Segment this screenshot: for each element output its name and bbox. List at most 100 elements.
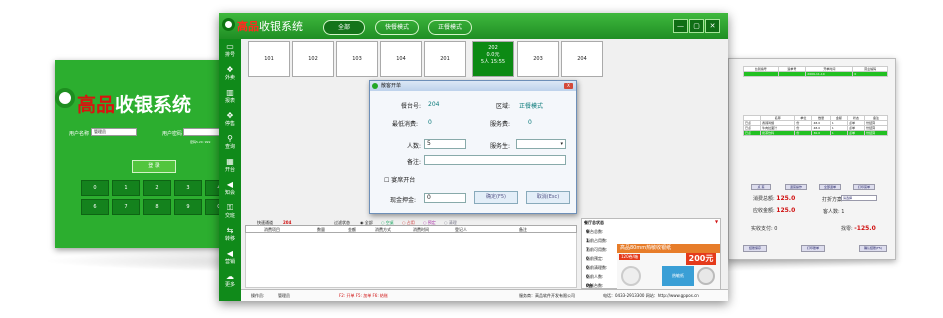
login-button[interactable]: 登 录 [132, 160, 176, 173]
cloud-icon: ☁ [226, 272, 234, 281]
deposit-label: 现金押金: [390, 197, 417, 204]
keypad-key[interactable]: 6 [81, 199, 109, 215]
mode-fastfood-tab[interactable]: 快餐模式 [375, 20, 419, 35]
table-no-value: 204 [428, 101, 440, 108]
order-dish-button[interactable]: 点 菜 [751, 184, 771, 190]
area-label: 区域: [496, 103, 511, 110]
table-tile-occupied[interactable]: 202 0.0元 5人 15:55 [472, 41, 514, 77]
settings-icon: ✥ [226, 111, 234, 120]
sidebar-item-label: 排号 [224, 52, 235, 58]
deposit-input[interactable]: 0 [424, 193, 466, 203]
sidebar-item-report[interactable]: ▥ 报表 [219, 88, 241, 110]
cancel-all-button[interactable]: 全部退单 [819, 184, 841, 190]
sidebar-item-label: 查询 [224, 144, 235, 150]
sidebar-item-label: 更多 [224, 282, 235, 288]
cancel-button[interactable]: 取消(Esc) [526, 191, 570, 204]
table-tile[interactable]: 103 [336, 41, 378, 77]
search-icon: ⚲ [227, 134, 233, 143]
table-tile[interactable]: 101 [248, 41, 290, 77]
status-item: 当前预定: 0 [586, 256, 604, 261]
sidebar-item-marketing[interactable]: ◀ 营销 [219, 249, 241, 271]
order-summary-table: 台别编号 造单号 开单时间 营业编码 2009-11-10 0 [743, 66, 888, 77]
takeout-icon: ❖ [226, 65, 234, 74]
keypad-key[interactable]: 0 [81, 180, 109, 196]
sidebar-item-transfer[interactable]: ⇆ 转移 [219, 226, 241, 248]
keypad-key[interactable]: 2 [143, 180, 171, 196]
ad-banner[interactable]: 高品80mm热敏收银纸 120卷/箱 200元 热敏纸 [617, 244, 720, 289]
service-fee-value: 0 [528, 119, 532, 126]
change-amount: 找零: -125.0 [841, 225, 876, 232]
sidebar-item-stop-sale[interactable]: ✥ 停售 [219, 111, 241, 133]
discount-plan-select[interactable]: 请选择 [841, 195, 877, 201]
save-checkout-button[interactable]: 结账保存 [743, 245, 767, 252]
status-item: 当前清理数: 0 [586, 265, 608, 270]
table-tile[interactable]: 102 [292, 41, 334, 77]
sidebar-item-notify[interactable]: ◀ 知会 [219, 180, 241, 202]
maximize-icon[interactable]: ▢ [689, 19, 704, 33]
close-icon[interactable]: X [564, 83, 573, 89]
consumption-grid[interactable] [245, 233, 577, 288]
keypad-key[interactable]: 3 [174, 180, 202, 196]
remark-input[interactable] [424, 155, 566, 165]
close-icon[interactable]: ✕ [705, 19, 720, 33]
brand-logo-icon [222, 18, 235, 31]
table-row[interactable]: 已点 香辣鸡翅份 48.0 1 点单 份结算 [742, 120, 888, 126]
password-hint: 密码5.20: 999 [190, 140, 211, 144]
mode-dinein-tab[interactable]: 正餐模式 [428, 20, 472, 35]
keypad-key[interactable]: 1 [112, 180, 140, 196]
chevron-down-icon: ▾ [560, 141, 563, 147]
sidebar-item-search[interactable]: ⚲ 查询 [219, 134, 241, 156]
app-title: 高品收银系统 [237, 20, 303, 33]
status-item: 当前人数: 0 [586, 274, 604, 279]
waiter-select[interactable]: ▾ [516, 139, 566, 149]
status-bar: 操作员: 管理员 F2: 开单 F5: 加单 F6: 结账 服务商：高品软件开发… [241, 289, 728, 301]
title-bar: 高品收银系统 全部 快餐模式 正餐模式 — ▢ ✕ [219, 13, 728, 39]
sidebar-item-more[interactable]: ☁ 更多 [219, 272, 241, 294]
table-tile-name: 202 [488, 45, 498, 51]
table-tile[interactable]: 104 [380, 41, 422, 77]
people-input[interactable]: 5 [424, 139, 466, 149]
sidebar-item-label: 报表 [224, 98, 235, 104]
username-select[interactable]: 管理员 [91, 128, 137, 136]
minimize-icon[interactable]: — [673, 19, 688, 33]
ad-price: 200元 [686, 253, 716, 265]
confirm-button[interactable]: 确定(F5) [474, 191, 518, 204]
keypad-key[interactable]: 9 [174, 199, 202, 215]
dialog-title-bar: 散客开单 X [370, 81, 576, 91]
print-menu-button[interactable]: 打印菜单 [853, 184, 875, 190]
table-tile[interactable]: 204 [561, 41, 603, 77]
sidebar-item-label: 交班 [224, 213, 235, 219]
table-tile[interactable]: 201 [424, 41, 466, 77]
return-dish-button[interactable]: 退菜操作 [785, 184, 807, 190]
paid-amount[interactable]: 实收支付: 0 [751, 225, 777, 232]
swap-icon: ⇆ [226, 226, 234, 235]
keypad-key[interactable]: 7 [112, 199, 140, 215]
area-value: 正餐模式 [519, 103, 544, 110]
sidebar-item-takeout[interactable]: ❖ 外卖 [219, 65, 241, 87]
ad-title: 高品80mm热敏收银纸 [617, 244, 720, 253]
paper-roll-icon [697, 267, 715, 285]
guest-count: 客人数: 1 [823, 209, 845, 215]
sidebar-item-label: 营销 [224, 259, 235, 265]
keypad-key[interactable]: 8 [143, 199, 171, 215]
banquet-checkbox[interactable]: ☐ 宴席开台 [384, 175, 415, 184]
mode-all-tab[interactable]: 全部 [323, 20, 365, 35]
table-row[interactable]: 已点 牛肉拉面汁份 48.0 1 点单 份结算 [742, 125, 888, 131]
collapse-icon[interactable]: ▼ [715, 219, 718, 224]
table-tile[interactable]: 203 [517, 41, 559, 77]
table-row[interactable]: 已点 奶茶饮料份 30.0 1 点单 份结算 [742, 130, 888, 136]
sidebar-item-queue[interactable]: ▭ 排号 [219, 42, 241, 64]
waiter-label: 服务生: [490, 143, 511, 150]
sidebar-item-handover[interactable]: ⚿ 交班 [219, 203, 241, 225]
sidebar-item-open-table[interactable]: ▦ 开台 [219, 157, 241, 179]
status-item: 餐台总数: 9 [586, 229, 604, 234]
table-tile-guests: 5人 15:55 [480, 59, 506, 65]
print-bill-button[interactable]: 打印账单 [801, 245, 825, 252]
sidebar-item-label: 外卖 [224, 75, 235, 81]
table-row[interactable]: 2009-11-10 0 [743, 71, 888, 77]
sidebar-item-label: 转移 [224, 236, 235, 242]
order-items-table: 名称 单位 数量 金额 状态 备注 已点 香辣鸡翅份 48.0 1 点单 份结算 已点 牛肉拉面汁份 4… [742, 115, 888, 136]
table-no-label: 餐台号: [401, 103, 422, 110]
confirm-checkout-button[interactable]: 确认结账(F5) [859, 245, 887, 252]
speaker-icon: ◀ [226, 180, 234, 189]
